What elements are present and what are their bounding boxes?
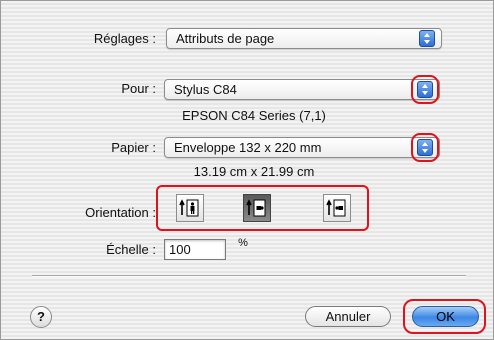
scale-unit: % [238, 237, 248, 249]
orientation-label: Orientation : [85, 205, 156, 220]
format-for-popup[interactable]: Stylus C84 [164, 79, 440, 100]
highlight-paper-stepper [411, 133, 439, 162]
paper-label: Papier : [111, 140, 156, 155]
paper-value: Enveloppe 132 x 220 mm [174, 140, 322, 155]
printer-info: EPSON C84 Series (7,1) [182, 108, 326, 123]
settings-value: Attributs de page [176, 31, 275, 46]
settings-popup[interactable]: Attributs de page [166, 28, 442, 49]
scale-value: 100 [169, 242, 191, 257]
page-setup-dialog: Réglages : Attributs de page Pour : Styl… [0, 0, 494, 340]
orientation-portrait-button[interactable] [176, 194, 204, 222]
help-button[interactable]: ? [30, 306, 52, 328]
orientation-landscape-button[interactable] [243, 194, 271, 222]
landscape-icon [246, 199, 266, 217]
format-for-value: Stylus C84 [174, 82, 237, 97]
portrait-icon [179, 199, 199, 217]
paper-popup[interactable]: Enveloppe 132 x 220 mm [164, 137, 440, 158]
scale-label: Échelle : [106, 242, 156, 257]
scale-input[interactable]: 100 [164, 239, 226, 260]
settings-stepper-icon[interactable] [419, 30, 435, 47]
highlight-format-for-stepper [411, 75, 439, 104]
highlight-ok-button [403, 299, 486, 334]
settings-label: Réglages : [93, 31, 156, 46]
landscape-reversed-icon [326, 199, 346, 217]
cancel-button[interactable]: Annuler [305, 306, 391, 327]
paper-dimensions: 13.19 cm x 21.99 cm [193, 164, 315, 179]
orientation-landscape-reversed-button[interactable] [323, 194, 351, 222]
format-for-label: Pour : [121, 81, 156, 96]
divider [32, 275, 466, 277]
